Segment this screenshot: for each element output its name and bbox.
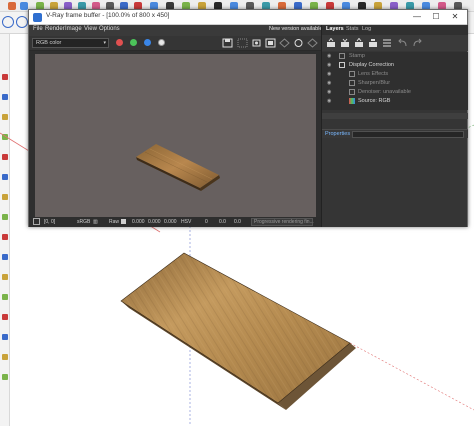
menu-file[interactable]: File (33, 26, 43, 32)
layer-presets-icon[interactable] (368, 38, 378, 48)
layer-label: Display Correction (349, 62, 394, 68)
compare-icon[interactable] (265, 38, 276, 48)
pixel-s-value: 0.0 (219, 219, 226, 225)
pixel-coords: [0, 0] (44, 219, 56, 225)
maximize-button[interactable]: ☐ (426, 11, 446, 23)
channel-select-value: RGB color (36, 40, 62, 46)
save-layers-icon[interactable] (340, 38, 350, 48)
pixel-color-swatch (121, 219, 126, 224)
gradient-icon: ▥ (93, 219, 98, 225)
properties-label: Properties (325, 131, 351, 137)
layer-item[interactable]: ◉ Denoiser: unavailable (322, 88, 468, 97)
layer-checkbox[interactable] (349, 89, 355, 95)
layer-label: Source: RGB (358, 98, 391, 104)
minimize-button[interactable]: — (407, 11, 427, 23)
menu-view[interactable]: View (84, 26, 97, 32)
layer-item[interactable]: ◉ Lens Effects (322, 70, 468, 79)
mono-toggle-icon[interactable] (158, 39, 165, 46)
layer-label: Denoiser: unavailable (358, 89, 411, 95)
save-image-icon[interactable] (222, 38, 233, 48)
vray-frame-buffer-window[interactable]: V-Ray frame buffer - [100.0% of 800 x 45… (28, 9, 468, 227)
pixel-h-value: 0 (205, 219, 208, 225)
raw-toggle[interactable]: Raw (109, 219, 119, 225)
load-layers-icon[interactable] (354, 38, 364, 48)
layer-checkbox[interactable] (349, 80, 355, 86)
pick-pixel-icon[interactable] (33, 218, 40, 225)
properties-header: Properties (322, 129, 468, 138)
menu-render[interactable]: Render (45, 26, 65, 32)
pixel-g-value: 0.000 (148, 219, 161, 225)
layer-item[interactable]: ◉ Sharpen/Blur (322, 79, 468, 88)
eye-icon[interactable]: ◉ (327, 80, 331, 86)
redo-icon[interactable] (412, 38, 422, 48)
eye-icon[interactable]: ◉ (327, 98, 331, 104)
render-interactive-icon[interactable] (279, 38, 290, 48)
layer-list-icon[interactable] (382, 38, 392, 48)
menu-options[interactable]: Options (99, 26, 120, 32)
vfb-statusbar: [0, 0] sRGB ▥ Raw 0.000 0.000 0.000 HSV … (29, 217, 321, 227)
layer-label: Sharpen/Blur (358, 80, 391, 86)
layer-item[interactable]: ◉ Stamp (322, 52, 468, 61)
layer-label: Stamp (349, 53, 365, 59)
hsv-button[interactable]: HSV (181, 219, 191, 225)
eye-icon[interactable]: ◉ (327, 62, 331, 68)
chevron-down-icon: ▾ (103, 40, 106, 46)
wood-board[interactable] (120, 252, 356, 410)
eye-icon[interactable]: ◉ (327, 89, 331, 95)
vfb-title: V-Ray frame buffer - [100.0% of 800 x 45… (46, 12, 170, 19)
layers-tree: ◉ Stamp ◉ Display Correction ◉ Lens Effe… (322, 52, 468, 110)
tab-stats[interactable]: Stats (346, 26, 359, 32)
vfb-titlebar[interactable]: V-Ray frame buffer - [100.0% of 800 x 45… (29, 10, 467, 25)
tab-log[interactable]: Log (362, 26, 371, 32)
layer-item[interactable]: ◉ Display Correction (322, 61, 468, 70)
rgb-source-icon (349, 98, 355, 104)
track-mouse-icon[interactable] (251, 38, 262, 48)
blue-channel-toggle-icon[interactable] (144, 39, 151, 46)
pixel-r-value: 0.000 (132, 219, 145, 225)
render-status-message: Progressive rendering fin... (251, 218, 314, 226)
red-channel-toggle-icon[interactable] (116, 39, 123, 46)
green-channel-toggle-icon[interactable] (130, 39, 137, 46)
red-axis-dashed (349, 342, 474, 411)
layer-checkbox[interactable] (339, 53, 345, 59)
vfb-side-panel: Layers Stats Log ◉ Stamp ◉ Display Corre… (321, 25, 468, 227)
properties-field[interactable] (352, 131, 464, 138)
rendered-board-preview (136, 144, 220, 191)
channel-select[interactable]: RGB color ▾ (32, 38, 109, 48)
layer-item[interactable]: ◉ Source: RGB (322, 97, 468, 106)
stop-render-icon[interactable] (307, 38, 318, 48)
render-viewport[interactable] (35, 54, 316, 218)
region-render-icon[interactable] (237, 38, 248, 48)
layer-checkbox[interactable] (339, 62, 345, 68)
eye-icon[interactable]: ◉ (327, 53, 331, 59)
eye-icon[interactable]: ◉ (327, 71, 331, 77)
pixel-b-value: 0.000 (164, 219, 177, 225)
new-version-link[interactable]: New version available (269, 26, 323, 32)
close-button[interactable]: ✕ (445, 11, 465, 23)
undo-icon[interactable] (398, 38, 408, 48)
srgb-button[interactable]: sRGB (77, 219, 90, 225)
tab-layers[interactable]: Layers (326, 26, 344, 32)
pixel-v-value: 0.0 (234, 219, 241, 225)
layer-label: Lens Effects (358, 71, 389, 77)
menu-image[interactable]: Image (65, 26, 82, 32)
panel-tabs: Layers Stats Log (322, 25, 468, 35)
layer-checkbox[interactable] (349, 71, 355, 77)
add-layer-icon[interactable] (326, 38, 336, 48)
layers-toolbar (322, 35, 468, 51)
render-icon[interactable] (293, 38, 304, 48)
vray-logo-icon (33, 13, 42, 22)
panel-splitter[interactable] (322, 113, 468, 119)
